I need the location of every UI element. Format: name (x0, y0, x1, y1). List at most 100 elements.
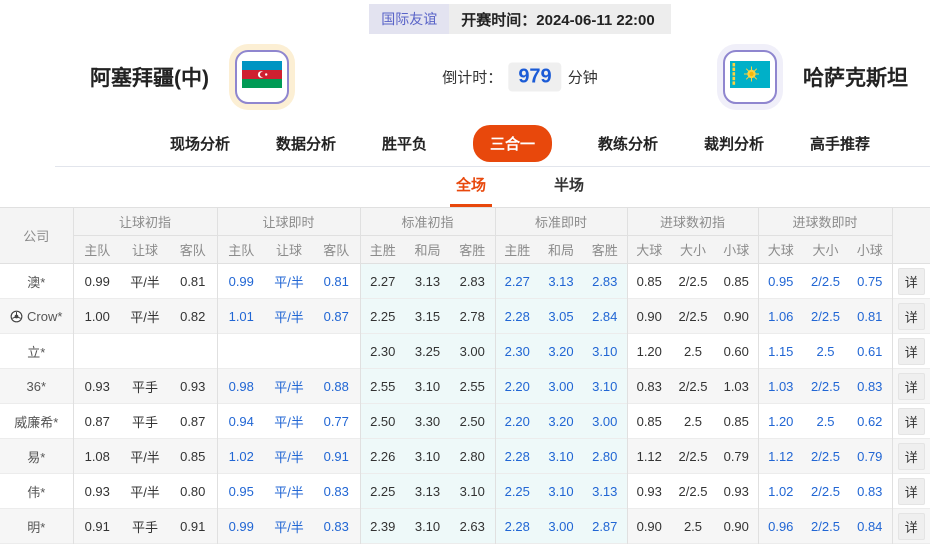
sub-header: 客队 (313, 236, 360, 264)
sub-header: 大小 (671, 236, 715, 264)
detail-cell: 详 (892, 334, 930, 369)
odds-table-head: 公司让球初指让球即时标准初指标准即时进球数初指进球数即时主队让球客队主队让球客队… (0, 208, 930, 264)
odds-cell: 0.85 (627, 404, 671, 439)
odds-cell: 0.93 (169, 369, 217, 404)
home-team-name: 阿塞拜疆(中) (90, 62, 209, 92)
table-row: 立*2.303.253.002.303.203.101.202.50.601.1… (0, 334, 930, 369)
company-cell: 澳* (0, 264, 73, 299)
odds-cell: 3.10 (539, 439, 583, 474)
sub-header: 客胜 (583, 236, 627, 264)
nav-tab-2[interactable]: 数据分析 (276, 133, 336, 154)
odds-cell: 2.25 (360, 474, 405, 509)
detail-cell: 详 (892, 369, 930, 404)
odds-cell: 0.94 (217, 404, 265, 439)
odds-cell: 2.39 (360, 509, 405, 544)
group-header-4: 标准即时 (495, 208, 627, 236)
odds-cell: 3.00 (583, 404, 627, 439)
odds-cell: 0.62 (848, 404, 892, 439)
odds-cell: 2.5 (803, 404, 848, 439)
odds-cell: 0.91 (169, 509, 217, 544)
company-name: Crow* (27, 309, 62, 324)
nav-tab-7[interactable]: 高手推荐 (810, 133, 870, 154)
group-header-3: 标准初指 (360, 208, 495, 236)
odds-cell: 2.20 (495, 404, 539, 439)
odds-cell: 2.50 (450, 404, 495, 439)
odds-cell: 3.00 (539, 369, 583, 404)
nav-tab-6[interactable]: 裁判分析 (704, 133, 764, 154)
odds-cell: 2.28 (495, 299, 539, 334)
odds-cell: 3.13 (405, 474, 450, 509)
odds-cell: 1.06 (758, 299, 803, 334)
odds-cell: 3.20 (539, 404, 583, 439)
odds-cell: 2.50 (360, 404, 405, 439)
odds-cell: 2.5 (803, 334, 848, 369)
odds-cell: 0.93 (627, 474, 671, 509)
detail-button[interactable]: 详 (898, 373, 925, 400)
company-name: 明* (27, 517, 45, 536)
odds-cell: 3.10 (583, 334, 627, 369)
company-cell: 伟* (0, 474, 73, 509)
subtab-2[interactable]: 半场 (548, 174, 590, 207)
odds-cell: 平/半 (121, 439, 169, 474)
odds-cell: 2.5 (671, 404, 715, 439)
odds-cell: 0.85 (169, 439, 217, 474)
company-name: 易* (27, 447, 45, 466)
odds-cell: 2.25 (360, 299, 405, 334)
odds-cell: 2/2.5 (671, 439, 715, 474)
odds-cell: 0.91 (73, 509, 121, 544)
odds-cell: 3.13 (539, 264, 583, 299)
detail-button[interactable]: 详 (898, 513, 925, 540)
match-header: 阿塞拜疆(中) 倒计时： 979 分钟 (0, 34, 930, 120)
odds-cell: 2.27 (360, 264, 405, 299)
nav-tab-4[interactable]: 三合一 (473, 125, 552, 162)
detail-button[interactable]: 详 (898, 338, 925, 365)
sub-header: 客队 (169, 236, 217, 264)
odds-cell: 1.00 (73, 299, 121, 334)
odds-cell: 1.08 (73, 439, 121, 474)
league-badge[interactable]: 国际友谊 (369, 4, 449, 34)
odds-cell: 2.87 (583, 509, 627, 544)
odds-cell: 2.25 (495, 474, 539, 509)
table-row: 伟*0.93平/半0.800.95平/半0.832.253.133.102.25… (0, 474, 930, 509)
odds-cell: 0.77 (313, 404, 360, 439)
odds-cell: 0.90 (715, 299, 758, 334)
odds-cell: 3.13 (583, 474, 627, 509)
company-cell: 立* (0, 334, 73, 369)
group-header-5: 进球数初指 (627, 208, 758, 236)
odds-cell: 0.90 (715, 509, 758, 544)
odds-cell: 0.87 (73, 404, 121, 439)
sub-header: 客胜 (450, 236, 495, 264)
odds-cell: 2.28 (495, 439, 539, 474)
table-row: 易*1.08平/半0.851.02平/半0.912.263.102.802.28… (0, 439, 930, 474)
topbar-row: 国际友谊 开赛时间：2024-06-11 22:00 (55, 4, 930, 34)
group-header-6: 进球数即时 (758, 208, 892, 236)
detail-cell: 详 (892, 404, 930, 439)
table-row: 36*0.93平手0.930.98平/半0.882.553.102.552.20… (0, 369, 930, 404)
countdown-label: 倒计时： (442, 67, 502, 88)
nav-tab-3[interactable]: 胜平负 (382, 133, 427, 154)
odds-cell: 0.83 (848, 474, 892, 509)
odds-cell: 2.28 (495, 509, 539, 544)
nav-tab-1[interactable]: 现场分析 (170, 133, 230, 154)
detail-button[interactable]: 详 (898, 408, 925, 435)
sub-header: 和局 (539, 236, 583, 264)
detail-button[interactable]: 详 (898, 443, 925, 470)
countdown: 倒计时： 979 分钟 (442, 63, 597, 92)
table-row: Crow*1.00平/半0.821.01平/半0.872.253.152.782… (0, 299, 930, 334)
odds-cell: 0.98 (217, 369, 265, 404)
odds-cell: 0.95 (217, 474, 265, 509)
odds-cell: 0.99 (73, 264, 121, 299)
detail-button[interactable]: 详 (898, 303, 925, 330)
odds-cell: 0.91 (313, 439, 360, 474)
odds-cell (73, 334, 121, 369)
detail-button[interactable]: 详 (898, 268, 925, 295)
odds-cell: 2.78 (450, 299, 495, 334)
odds-cell: 1.03 (758, 369, 803, 404)
detail-cell: 详 (892, 299, 930, 334)
company-cell: 明* (0, 509, 73, 544)
detail-button[interactable]: 详 (898, 478, 925, 505)
odds-cell: 2.5 (671, 509, 715, 544)
ball-icon (10, 310, 23, 323)
subtab-1[interactable]: 全场 (450, 174, 492, 207)
nav-tab-5[interactable]: 教练分析 (598, 133, 658, 154)
